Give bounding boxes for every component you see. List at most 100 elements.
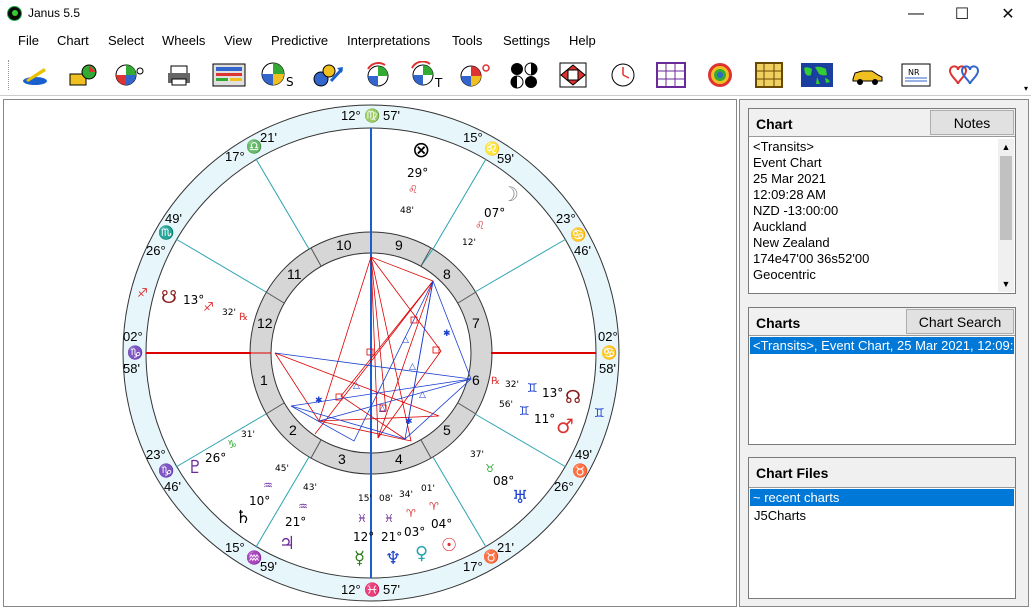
cusp-label: 59'	[497, 151, 514, 166]
chart-info-title: Chart	[756, 116, 793, 132]
grid-icon[interactable]	[654, 60, 688, 90]
cusp-label: 23°	[146, 447, 166, 462]
new-chart-icon[interactable]	[18, 60, 52, 90]
hearts-icon[interactable]	[948, 60, 982, 90]
window-title: Janus 5.5	[28, 6, 81, 20]
house-number: 10	[336, 237, 352, 253]
house-number: 1	[260, 372, 268, 388]
svg-text:♈: ♈	[406, 507, 416, 520]
dsc-sign: ♋	[601, 345, 617, 360]
house-number: 2	[289, 422, 297, 438]
ic-minute: 57'	[383, 582, 400, 597]
jupiter-glyph: ♃	[279, 533, 295, 554]
chart-info-line: <Transits>	[753, 139, 814, 154]
menu-settings[interactable]: Settings	[503, 33, 550, 48]
house-number: 4	[395, 451, 403, 467]
toolbar-overflow-icon[interactable]: ▾	[1024, 84, 1028, 93]
car-icon[interactable]	[850, 60, 884, 90]
transits-icon[interactable]: T	[409, 60, 443, 90]
mc-minute: 57'	[383, 108, 400, 123]
close-button[interactable]: ✕	[985, 0, 1031, 28]
chart-info-line: Auckland	[753, 219, 807, 234]
target-icon[interactable]	[703, 60, 737, 90]
world-map-icon[interactable]	[800, 60, 834, 90]
svg-text:08': 08'	[379, 494, 393, 504]
chart-info-line: New Zealand	[753, 235, 830, 250]
svg-text:♓: ♓	[384, 512, 394, 525]
cusp-sign: ♏	[158, 225, 174, 240]
svg-text:32': 32'	[505, 380, 519, 390]
menu-view[interactable]: View	[224, 33, 252, 48]
news-icon[interactable]: NR	[899, 60, 933, 90]
charts-title: Charts	[756, 315, 801, 331]
moon-glyph: ☽	[501, 182, 519, 206]
svg-text:01': 01'	[421, 484, 435, 494]
house-number: 12	[257, 315, 273, 331]
cusp-label: 46'	[164, 479, 181, 494]
svg-text:♈: ♈	[429, 500, 439, 513]
menu-help[interactable]: Help	[569, 33, 596, 48]
menu-interpretations[interactable]: Interpretations	[347, 33, 430, 48]
svg-text:℞: ℞	[239, 312, 248, 323]
minimize-button[interactable]: —	[893, 0, 939, 28]
square-chart-icon[interactable]	[752, 60, 786, 90]
open-chart-icon[interactable]	[65, 60, 99, 90]
charts-group: Charts Chart Search <Transits>, Event Ch…	[748, 307, 1016, 445]
chart-files-item[interactable]: ~ recent charts	[750, 489, 1014, 506]
ic-degree: 12°	[341, 582, 361, 597]
svg-text:△: △	[409, 362, 416, 372]
asc-sign: ♑	[127, 345, 143, 360]
svg-text:♐: ♐	[203, 300, 214, 314]
scroll-down-icon[interactable]: ▼	[998, 276, 1014, 292]
chart-files-title: Chart Files	[756, 465, 829, 481]
svg-text:21°: 21°	[381, 530, 402, 544]
cusp-label: 15°	[463, 130, 483, 145]
asc-label: 58'	[123, 361, 140, 376]
harmonic-icon[interactable]	[556, 60, 590, 90]
svg-text:56': 56'	[499, 400, 513, 410]
svg-text:08°: 08°	[493, 474, 514, 488]
menu-tools[interactable]: Tools	[452, 33, 482, 48]
synastry-icon[interactable]: S	[260, 60, 294, 90]
svg-text:NR: NR	[908, 68, 920, 77]
chart-files-item[interactable]: J5Charts	[749, 507, 1015, 524]
charts-list-item[interactable]: <Transits>, Event Chart, 25 Mar 2021, 12…	[750, 337, 1014, 354]
svg-text:04°: 04°	[431, 517, 452, 531]
report-icon[interactable]	[212, 60, 246, 90]
maximize-button[interactable]: ☐	[939, 0, 985, 28]
chart-wheel-panel[interactable]: △ △ △ △ △ ✱ ✱ ✱ 1 2 3 4 5 6 7 8 9 10 11 12 12…	[3, 99, 737, 607]
clock-icon[interactable]	[606, 60, 640, 90]
house-number: 3	[338, 451, 346, 467]
svg-text:✱: ✱	[315, 396, 323, 406]
progressions-icon[interactable]	[311, 60, 345, 90]
balance-icon[interactable]	[507, 60, 541, 90]
svg-text:45': 45'	[275, 464, 289, 474]
menu-wheels[interactable]: Wheels	[162, 33, 205, 48]
menu-select[interactable]: Select	[108, 33, 144, 48]
mc-degree: 12°	[341, 108, 361, 123]
svg-text:△: △	[402, 335, 409, 345]
chart-info-line: Event Chart	[753, 155, 822, 170]
solar-return-icon[interactable]	[361, 60, 395, 90]
uranus-glyph: ♅	[512, 487, 528, 508]
scroll-thumb[interactable]	[1000, 156, 1012, 240]
menu-predictive[interactable]: Predictive	[271, 33, 328, 48]
chart-info-line: 174e47'00 36s52'00	[753, 251, 870, 266]
chart-search-button[interactable]: Chart Search	[906, 309, 1014, 334]
svg-text:✱: ✱	[443, 329, 451, 339]
svg-text:△: △	[379, 404, 386, 414]
svg-text:21°: 21°	[285, 515, 306, 529]
scroll-up-icon[interactable]: ▲	[998, 139, 1014, 155]
chart-info-scrollbar[interactable]: ▲ ▼	[998, 139, 1014, 292]
dsc-label: 58'	[599, 361, 616, 376]
notes-button[interactable]: Notes	[930, 110, 1014, 135]
menu-chart[interactable]: Chart	[57, 33, 89, 48]
menu-file[interactable]: File	[18, 33, 39, 48]
chart-wheel[interactable]: △ △ △ △ △ ✱ ✱ ✱ 1 2 3 4 5 6 7 8 9 10 11 12 12…	[4, 100, 736, 606]
wheel-search-icon[interactable]	[113, 60, 147, 90]
svg-text:48': 48'	[400, 206, 414, 216]
svg-text:♊: ♊	[527, 381, 538, 395]
svg-text:13°: 13°	[542, 386, 563, 400]
print-icon[interactable]	[163, 60, 197, 90]
composite-icon[interactable]	[458, 60, 492, 90]
